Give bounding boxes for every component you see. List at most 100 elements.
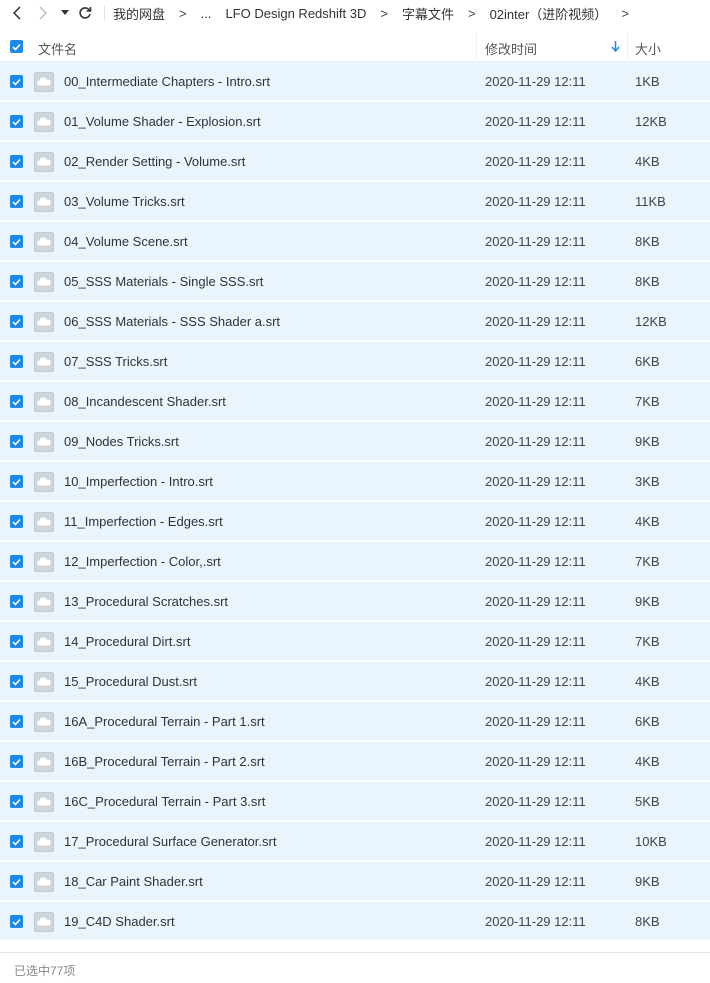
row-checkbox[interactable]	[10, 755, 23, 768]
breadcrumb-item-ellipsis[interactable]: ...	[201, 6, 212, 21]
file-row[interactable]: 17_Procedural Surface Generator.srt 2020-…	[0, 822, 710, 860]
column-name-header[interactable]: 文件名	[38, 39, 77, 58]
file-row[interactable]: 19_C4D Shader.srt 2020-11-29 12:11 8KB	[0, 902, 710, 940]
cloud-file-icon	[34, 632, 54, 652]
file-size: 6KB	[635, 354, 660, 369]
file-name[interactable]: 16C_Procedural Terrain - Part 3.srt	[64, 794, 265, 809]
row-checkbox[interactable]	[10, 275, 23, 288]
file-name[interactable]: 05_SSS Materials - Single SSS.srt	[64, 274, 263, 289]
cloud-file-icon	[34, 232, 54, 252]
refresh-button[interactable]	[74, 2, 96, 24]
row-checkbox[interactable]	[10, 155, 23, 168]
file-row[interactable]: 06_SSS Materials - SSS Shader a.srt 2020-…	[0, 302, 710, 340]
file-row[interactable]: 12_Imperfection - Color,.srt 2020-11-29 1…	[0, 542, 710, 580]
row-checkbox[interactable]	[10, 115, 23, 128]
column-divider[interactable]	[476, 32, 477, 61]
file-row[interactable]: 08_Incandescent Shader.srt 2020-11-29 12:…	[0, 382, 710, 420]
file-name[interactable]: 02_Render Setting - Volume.srt	[64, 154, 245, 169]
file-name[interactable]: 01_Volume Shader - Explosion.srt	[64, 114, 261, 129]
row-checkbox[interactable]	[10, 515, 23, 528]
checkbox-checked-icon	[12, 158, 21, 166]
file-modified-date: 2020-11-29 12:11	[485, 554, 586, 569]
row-checkbox[interactable]	[10, 555, 23, 568]
file-row[interactable]: 01_Volume Shader - Explosion.srt 2020-11-…	[0, 102, 710, 140]
file-row[interactable]: 14_Procedural Dirt.srt 2020-11-29 12:11 7K…	[0, 622, 710, 660]
file-modified-date: 2020-11-29 12:11	[485, 234, 586, 249]
cloud-file-icon	[34, 72, 54, 92]
column-divider[interactable]	[627, 32, 628, 61]
column-size-header[interactable]: 大小	[635, 39, 661, 58]
file-row[interactable]: 13_Procedural Scratches.srt 2020-11-29 12…	[0, 582, 710, 620]
file-name[interactable]: 16A_Procedural Terrain - Part 1.srt	[64, 714, 265, 729]
cloud-file-icon	[34, 912, 54, 932]
cloud-file-icon	[34, 552, 54, 572]
breadcrumb-item-subtitles[interactable]: 字幕文件	[402, 4, 454, 23]
file-name[interactable]: 17_Procedural Surface Generator.srt	[64, 834, 276, 849]
file-name[interactable]: 19_C4D Shader.srt	[64, 914, 175, 929]
file-row[interactable]: 16A_Procedural Terrain - Part 1.srt 2020-…	[0, 702, 710, 740]
select-all-checkbox[interactable]	[10, 40, 23, 53]
file-row[interactable]: 04_Volume Scene.srt 2020-11-29 12:11 8KB	[0, 222, 710, 260]
row-checkbox[interactable]	[10, 75, 23, 88]
file-name[interactable]: 06_SSS Materials - SSS Shader a.srt	[64, 314, 280, 329]
file-name[interactable]: 12_Imperfection - Color,.srt	[64, 554, 221, 569]
file-row[interactable]: 09_Nodes Tricks.srt 2020-11-29 12:11 9KB	[0, 422, 710, 460]
file-name[interactable]: 18_Car Paint Shader.srt	[64, 874, 203, 889]
file-row[interactable]: 03_Volume Tricks.srt 2020-11-29 12:11 11KB	[0, 182, 710, 220]
file-row[interactable]: 18_Car Paint Shader.srt 2020-11-29 12:11 9…	[0, 862, 710, 900]
breadcrumb-item-my-drive[interactable]: 我的网盘	[113, 4, 165, 23]
history-dropdown-button[interactable]	[58, 2, 72, 24]
row-checkbox[interactable]	[10, 915, 23, 928]
row-checkbox[interactable]	[10, 595, 23, 608]
breadcrumb-item-lfo-design[interactable]: LFO Design Redshift 3D	[225, 6, 366, 21]
row-checkbox[interactable]	[10, 835, 23, 848]
file-row[interactable]: 16C_Procedural Terrain - Part 3.srt 2020-…	[0, 782, 710, 820]
file-name[interactable]: 08_Incandescent Shader.srt	[64, 394, 226, 409]
file-row[interactable]: 07_SSS Tricks.srt 2020-11-29 12:11 6KB	[0, 342, 710, 380]
file-row[interactable]: 11_Imperfection - Edges.srt 2020-11-29 12…	[0, 502, 710, 540]
forward-button[interactable]	[32, 2, 54, 24]
file-name[interactable]: 04_Volume Scene.srt	[64, 234, 188, 249]
back-button[interactable]	[6, 2, 28, 24]
row-checkbox[interactable]	[10, 635, 23, 648]
row-checkbox[interactable]	[10, 395, 23, 408]
file-row[interactable]: 05_SSS Materials - Single SSS.srt 2020-11…	[0, 262, 710, 300]
cloud-file-icon	[34, 792, 54, 812]
file-size: 9KB	[635, 594, 660, 609]
row-checkbox[interactable]	[10, 195, 23, 208]
checkbox-checked-icon	[12, 78, 21, 86]
row-checkbox[interactable]	[10, 795, 23, 808]
file-name[interactable]: 00_Intermediate Chapters - Intro.srt	[64, 74, 270, 89]
file-name[interactable]: 16B_Procedural Terrain - Part 2.srt	[64, 754, 265, 769]
file-name[interactable]: 03_Volume Tricks.srt	[64, 194, 185, 209]
file-row[interactable]: 15_Procedural Dust.srt 2020-11-29 12:11 4K…	[0, 662, 710, 700]
sort-down-icon[interactable]	[611, 41, 620, 52]
file-row[interactable]: 02_Render Setting - Volume.srt 2020-11-29…	[0, 142, 710, 180]
file-size: 12KB	[635, 114, 667, 129]
row-checkbox[interactable]	[10, 875, 23, 888]
file-name[interactable]: 07_SSS Tricks.srt	[64, 354, 167, 369]
row-checkbox[interactable]	[10, 235, 23, 248]
file-size: 5KB	[635, 794, 660, 809]
file-name[interactable]: 11_Imperfection - Edges.srt	[64, 514, 223, 529]
file-name[interactable]: 09_Nodes Tricks.srt	[64, 434, 179, 449]
file-size: 7KB	[635, 634, 660, 649]
row-checkbox[interactable]	[10, 675, 23, 688]
breadcrumb-item-current-folder[interactable]: 02inter（进阶视频）	[490, 4, 608, 23]
file-name[interactable]: 13_Procedural Scratches.srt	[64, 594, 228, 609]
nav-divider	[104, 6, 105, 20]
row-checkbox[interactable]	[10, 475, 23, 488]
row-checkbox[interactable]	[10, 315, 23, 328]
row-checkbox[interactable]	[10, 355, 23, 368]
checkbox-checked-icon	[12, 638, 21, 646]
file-name[interactable]: 14_Procedural Dirt.srt	[64, 634, 190, 649]
column-date-header[interactable]: 修改时间	[485, 39, 537, 58]
file-row[interactable]: 00_Intermediate Chapters - Intro.srt 2020…	[0, 62, 710, 100]
file-row[interactable]: 10_Imperfection - Intro.srt 2020-11-29 12…	[0, 462, 710, 500]
file-name[interactable]: 15_Procedural Dust.srt	[64, 674, 197, 689]
cloud-file-icon	[34, 192, 54, 212]
row-checkbox[interactable]	[10, 435, 23, 448]
file-row[interactable]: 16B_Procedural Terrain - Part 2.srt 2020-…	[0, 742, 710, 780]
file-name[interactable]: 10_Imperfection - Intro.srt	[64, 474, 213, 489]
row-checkbox[interactable]	[10, 715, 23, 728]
